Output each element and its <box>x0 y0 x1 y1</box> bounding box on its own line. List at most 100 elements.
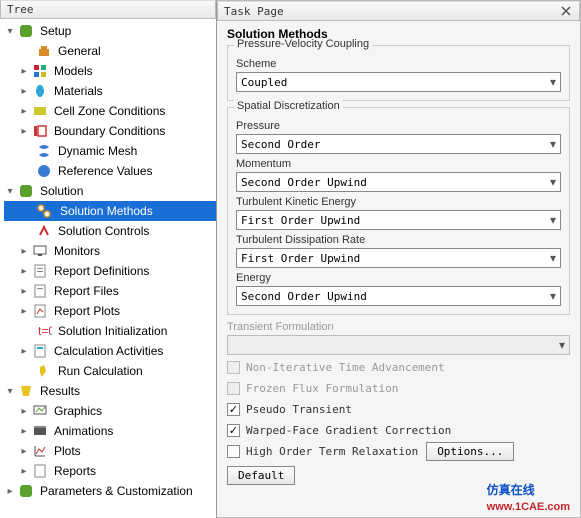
graphics-icon <box>32 403 48 419</box>
tree-item-materials[interactable]: ▸ Materials <box>4 81 216 101</box>
pressure-combo[interactable]: Second Order▾ <box>236 134 561 154</box>
monitors-icon <box>32 243 48 259</box>
tdr-label: Turbulent Dissipation Rate <box>236 234 561 246</box>
expand-icon[interactable]: ▸ <box>18 426 30 437</box>
expand-icon[interactable]: ▸ <box>18 266 30 277</box>
tree: ▾ Setup General ▸ Models ▸ Materials ▸ C… <box>0 19 216 518</box>
tree-item-setup[interactable]: ▾ Setup <box>4 21 216 41</box>
tree-item-general[interactable]: General <box>4 41 216 61</box>
task-body: Solution Methods Pressure-Velocity Coupl… <box>217 21 580 517</box>
task-title: Task Page <box>224 5 559 18</box>
scheme-combo[interactable]: Coupled ▾ <box>236 72 561 92</box>
expand-icon[interactable]: ▸ <box>18 126 30 137</box>
tree-item-dynmesh[interactable]: Dynamic Mesh <box>4 141 216 161</box>
checkbox-icon <box>227 382 240 395</box>
tree-item-refvalues[interactable]: Reference Values <box>4 161 216 181</box>
refvalues-icon <box>36 163 52 179</box>
momentum-combo[interactable]: Second Order Upwind▾ <box>236 172 561 192</box>
group-pvc: Pressure-Velocity Coupling Scheme Couple… <box>227 45 570 101</box>
results-icon <box>18 383 34 399</box>
boundary-icon <box>32 123 48 139</box>
expand-icon[interactable]: ▸ <box>18 106 30 117</box>
pressure-label: Pressure <box>236 120 561 132</box>
chk-nita: Non-Iterative Time Advancement <box>227 358 570 376</box>
tree-panel: Tree ▾ Setup General ▸ Models ▸ Material… <box>0 0 217 518</box>
chk-pseudo[interactable]: Pseudo Transient <box>227 400 570 418</box>
animations-icon <box>32 423 48 439</box>
checkbox-icon[interactable] <box>227 445 240 458</box>
chk-frozen: Frozen Flux Formulation <box>227 379 570 397</box>
expand-icon[interactable]: ▸ <box>18 306 30 317</box>
task-page: Task Page Solution Methods Pressure-Velo… <box>217 0 581 518</box>
tf-label: Transient Formulation <box>227 321 570 333</box>
momentum-label: Momentum <box>236 158 561 170</box>
checkbox-icon[interactable] <box>227 424 240 437</box>
expand-icon[interactable]: ▸ <box>4 486 16 497</box>
checkbox-icon[interactable] <box>227 403 240 416</box>
materials-icon <box>32 83 48 99</box>
tree-item-boundary[interactable]: ▸ Boundary Conditions <box>4 121 216 141</box>
expand-icon[interactable]: ▸ <box>18 286 30 297</box>
default-button[interactable]: Default <box>227 466 295 485</box>
tree-item-graphics[interactable]: ▸ Graphics <box>4 401 216 421</box>
svg-text:t=0: t=0 <box>38 324 52 338</box>
setup-icon <box>18 23 34 39</box>
checkbox-icon <box>227 361 240 374</box>
models-icon <box>32 63 48 79</box>
tree-item-solcontrols[interactable]: Solution Controls <box>4 221 216 241</box>
tree-item-reportfiles[interactable]: ▸ Report Files <box>4 281 216 301</box>
energy-label: Energy <box>236 272 561 284</box>
tdr-combo[interactable]: First Order Upwind▾ <box>236 248 561 268</box>
collapse-icon[interactable]: ▾ <box>4 386 16 397</box>
cellzone-icon <box>32 103 48 119</box>
tree-item-reports[interactable]: ▸ Reports <box>4 461 216 481</box>
tke-label: Turbulent Kinetic Energy <box>236 196 561 208</box>
chevron-down-icon: ▾ <box>540 175 556 189</box>
tree-item-solinit[interactable]: t=0 Solution Initialization <box>4 321 216 341</box>
expand-icon[interactable]: ▸ <box>18 406 30 417</box>
options-button[interactable]: Options... <box>426 442 514 461</box>
reportfiles-icon <box>32 283 48 299</box>
chevron-down-icon: ▾ <box>540 251 556 265</box>
expand-icon[interactable]: ▸ <box>18 346 30 357</box>
tree-item-reportplots[interactable]: ▸ Report Plots <box>4 301 216 321</box>
reportplots-icon <box>32 303 48 319</box>
expand-icon[interactable]: ▸ <box>18 466 30 477</box>
solinit-icon: t=0 <box>36 323 52 339</box>
tree-item-results[interactable]: ▾ Results <box>4 381 216 401</box>
solcontrols-icon <box>36 223 52 239</box>
task-header: Task Page <box>217 1 580 21</box>
tree-item-models[interactable]: ▸ Models <box>4 61 216 81</box>
chevron-down-icon: ▾ <box>540 213 556 227</box>
solmethods-icon <box>36 203 52 219</box>
tree-header: Tree <box>0 0 216 19</box>
solution-icon <box>18 183 34 199</box>
expand-icon[interactable]: ▸ <box>18 246 30 257</box>
close-icon[interactable] <box>559 4 573 18</box>
dynmesh-icon <box>36 143 52 159</box>
chk-warped[interactable]: Warped-Face Gradient Correction <box>227 421 570 439</box>
reportdef-icon <box>32 263 48 279</box>
collapse-icon[interactable]: ▾ <box>4 26 16 37</box>
chk-hotr[interactable]: High Order Term Relaxation Options... <box>227 442 570 460</box>
tree-item-monitors[interactable]: ▸ Monitors <box>4 241 216 261</box>
runcalc-icon <box>36 363 52 379</box>
collapse-icon[interactable]: ▾ <box>4 186 16 197</box>
tree-item-cellzone[interactable]: ▸ Cell Zone Conditions <box>4 101 216 121</box>
expand-icon[interactable]: ▸ <box>18 86 30 97</box>
tree-item-solmethods[interactable]: Solution Methods <box>4 201 216 221</box>
tf-combo: ▾ <box>227 335 570 355</box>
energy-combo[interactable]: Second Order Upwind▾ <box>236 286 561 306</box>
tke-combo[interactable]: First Order Upwind▾ <box>236 210 561 230</box>
tree-item-plots[interactable]: ▸ Plots <box>4 441 216 461</box>
expand-icon[interactable]: ▸ <box>18 66 30 77</box>
tree-item-calcact[interactable]: ▸ Calculation Activities <box>4 341 216 361</box>
params-icon <box>18 483 34 499</box>
tree-item-runcalc[interactable]: Run Calculation <box>4 361 216 381</box>
tree-item-solution[interactable]: ▾ Solution <box>4 181 216 201</box>
tree-title: Tree <box>7 3 209 16</box>
tree-item-animations[interactable]: ▸ Animations <box>4 421 216 441</box>
expand-icon[interactable]: ▸ <box>18 446 30 457</box>
tree-item-reportdef[interactable]: ▸ Report Definitions <box>4 261 216 281</box>
tree-item-params[interactable]: ▸ Parameters & Customization <box>4 481 216 501</box>
